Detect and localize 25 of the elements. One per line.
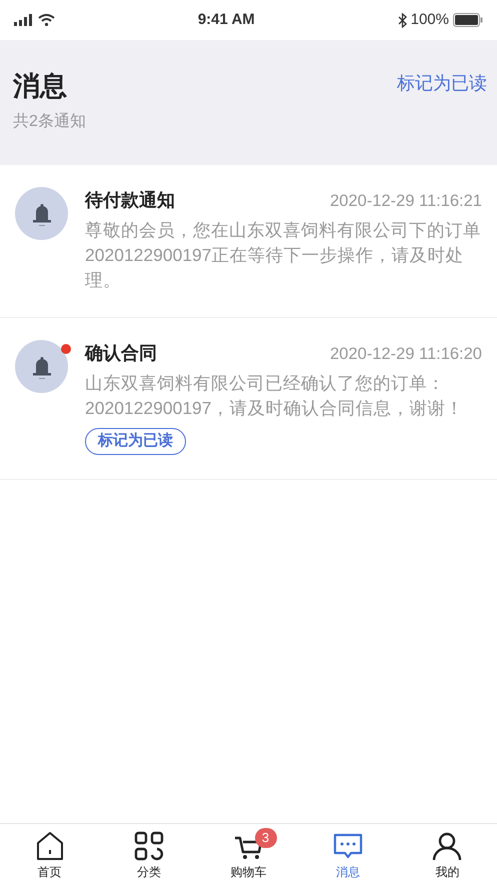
wifi-icon <box>38 14 55 26</box>
message-time: 2020-12-29 11:16:20 <box>330 344 482 365</box>
mark-all-read-link[interactable]: 标记为已读 <box>397 70 487 97</box>
tab-item[interactable]: 购物车 3 <box>198 824 298 883</box>
count-badge: 3 <box>254 828 277 848</box>
user-icon <box>431 830 464 862</box>
message-title: 确认合同 <box>85 342 157 365</box>
tab-item[interactable]: 我的 <box>398 824 497 883</box>
battery-icon <box>453 13 483 27</box>
clock-time: 9:41 AM <box>198 10 255 30</box>
message-text: 山东双喜饲料有限公司已经确认了您的订单：2020122900197，请及时确认合同信息，谢谢！ <box>85 372 465 420</box>
message-text: 尊敬的会员，您在山东双喜饲料有限公司下的订单2020122900197正在等待下一步操作，请及时处理。 <box>85 219 482 292</box>
bluetooth-icon <box>398 12 407 28</box>
battery-percent: 100% <box>410 10 449 30</box>
tab-item[interactable]: 分类 <box>99 824 199 883</box>
tab-item[interactable]: 首页 <box>0 824 100 883</box>
message-title: 待付款通知 <box>85 189 175 212</box>
tab-item[interactable]: 消息 <box>298 824 398 883</box>
page-title: 消息 <box>13 70 68 102</box>
unread-dot <box>61 344 71 354</box>
grid-icon <box>133 830 166 862</box>
notification-count: 共2条通知 <box>13 112 86 132</box>
message-time: 2020-12-29 11:16:21 <box>330 191 482 212</box>
mark-read-button[interactable]: 标记为已读 <box>85 428 186 454</box>
signal-icon <box>14 14 34 26</box>
